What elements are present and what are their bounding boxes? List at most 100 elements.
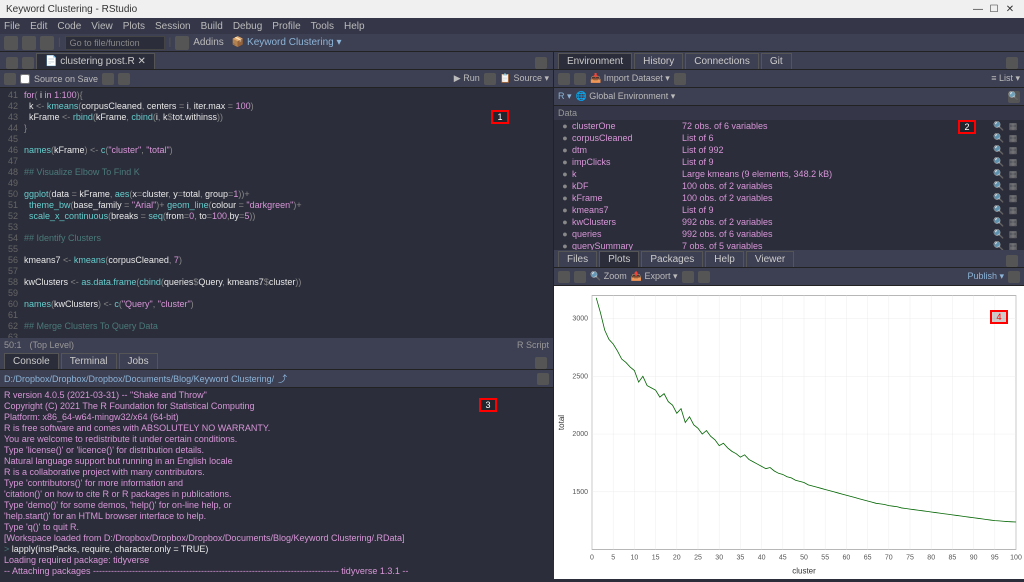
svg-text:50: 50 (800, 555, 808, 562)
svg-text:65: 65 (864, 555, 872, 562)
annotation-4: 4 (990, 310, 1008, 324)
history-tab[interactable]: History (634, 53, 683, 69)
export-menu[interactable]: 📤 Export ▾ (631, 271, 678, 282)
maximize-icon[interactable]: ☐ (986, 4, 1002, 15)
svg-text:cluster: cluster (792, 567, 816, 576)
annotation-1: 1 (491, 110, 509, 124)
svg-text:35: 35 (737, 555, 745, 562)
svg-text:75: 75 (906, 555, 914, 562)
packages-tab[interactable]: Packages (641, 251, 703, 267)
menu-profile[interactable]: Profile (272, 21, 300, 32)
code-editor[interactable]: 1 41for( i in 1:100){42 k <- kmeans(corp… (0, 88, 553, 338)
save-file-icon[interactable] (4, 73, 16, 85)
save-workspace-icon[interactable] (574, 73, 586, 85)
svg-text:2000: 2000 (572, 431, 588, 438)
jobs-tab[interactable]: Jobs (119, 353, 158, 369)
console-tabstrip: Console Terminal Jobs (0, 352, 553, 370)
tools-icon[interactable] (118, 73, 130, 85)
svg-text:0: 0 (590, 555, 594, 562)
prev-plot-icon[interactable] (558, 271, 570, 283)
load-workspace-icon[interactable] (558, 73, 570, 85)
viewer-tab[interactable]: Viewer (746, 251, 794, 267)
menu-debug[interactable]: Debug (233, 21, 262, 32)
menu-session[interactable]: Session (155, 21, 191, 32)
env-scope[interactable]: 🌐 Global Environment ▾ (576, 91, 676, 102)
env-toolbar: 📥 Import Dataset ▾ ≡ List ▾ (554, 70, 1024, 88)
editor-tab[interactable]: 📄 clustering post.R ✕ (36, 53, 155, 69)
svg-text:90: 90 (970, 555, 978, 562)
forward-icon[interactable] (22, 57, 34, 69)
zoom-button[interactable]: 🔍 Zoom (590, 271, 627, 282)
svg-text:10: 10 (631, 555, 639, 562)
menu-plots[interactable]: Plots (123, 21, 145, 32)
run-button[interactable]: ▶ Run (454, 73, 480, 84)
menu-help[interactable]: Help (344, 21, 365, 32)
editor-toolbar: Source on Save ▶ Run 📋 Source ▾ (0, 70, 553, 88)
svg-text:20: 20 (673, 555, 681, 562)
goto-input[interactable]: Go to file/function (65, 36, 165, 50)
plots-tab[interactable]: Plots (599, 251, 639, 267)
files-tab[interactable]: Files (558, 251, 597, 267)
connections-tab[interactable]: Connections (685, 53, 759, 69)
save-icon[interactable] (40, 36, 54, 50)
grid-icon[interactable] (175, 36, 189, 50)
help-tab[interactable]: Help (705, 251, 744, 267)
new-file-icon[interactable] (4, 36, 18, 50)
svg-text:15: 15 (652, 555, 660, 562)
source-on-save-checkbox[interactable] (20, 74, 30, 84)
svg-text:3000: 3000 (572, 316, 588, 323)
terminal-tab[interactable]: Terminal (61, 353, 117, 369)
menu-view[interactable]: View (91, 21, 113, 32)
menu-build[interactable]: Build (201, 21, 223, 32)
console-path-bar: D:/Dropbox/Dropbox/Dropbox/Documents/Blo… (0, 370, 553, 388)
menu-tools[interactable]: Tools (311, 21, 334, 32)
git-tab[interactable]: Git (761, 53, 792, 69)
environment-tab[interactable]: Environment (558, 53, 632, 69)
clear-env-icon[interactable] (674, 73, 686, 85)
svg-text:40: 40 (758, 555, 766, 562)
open-file-icon[interactable] (22, 36, 36, 50)
clear-plots-icon[interactable] (698, 271, 710, 283)
refresh-icon[interactable] (1008, 271, 1020, 283)
annotation-3: 3 (479, 398, 497, 412)
publish-button[interactable]: Publish ▾ (967, 271, 1004, 282)
console-path[interactable]: D:/Dropbox/Dropbox/Dropbox/Documents/Blo… (4, 374, 274, 384)
main-toolbar: | Go to file/function | Addins 📦 Keyword… (0, 34, 1024, 52)
source-button[interactable]: 📋 Source ▾ (500, 73, 549, 84)
search-icon[interactable]: 🔍 (1008, 91, 1020, 103)
import-dataset-menu[interactable]: 📥 Import Dataset ▾ (590, 73, 670, 84)
console-output[interactable]: 3 R version 4.0.5 (2021-03-31) -- "Shake… (0, 388, 553, 579)
editor-statusbar: 50:1 (Top Level) R Script (0, 338, 553, 352)
annotation-2: 2 (958, 120, 976, 134)
find-icon[interactable] (102, 73, 114, 85)
menu-file[interactable]: File (4, 21, 20, 32)
remove-plot-icon[interactable] (682, 271, 694, 283)
environment-table[interactable]: 2 Data●clusterOne72 obs. of 6 variables🔍… (554, 106, 1024, 250)
menu-code[interactable]: Code (57, 21, 81, 32)
list-view-menu[interactable]: ≡ List ▾ (991, 73, 1020, 84)
language-label[interactable]: R Script (517, 340, 549, 350)
cursor-position: 50:1 (4, 340, 22, 350)
svg-text:5: 5 (611, 555, 615, 562)
plots-tabstrip: Files Plots Packages Help Viewer (554, 250, 1024, 268)
plots-toolbar: 🔍 Zoom 📤 Export ▾ Publish ▾ (554, 268, 1024, 286)
project-menu[interactable]: 📦 Keyword Clustering ▾ (232, 37, 342, 48)
close-icon[interactable]: ✕ (1002, 4, 1018, 15)
rerun-icon[interactable] (484, 73, 496, 85)
menu-edit[interactable]: Edit (30, 21, 47, 32)
window-titlebar: Keyword Clustering - RStudio — ☐ ✕ (0, 0, 1024, 18)
menubar: File Edit Code View Plots Session Build Debug Pr… (0, 18, 1024, 34)
pane-options-icon[interactable] (1006, 57, 1018, 69)
addins-menu[interactable]: Addins (193, 37, 224, 48)
next-plot-icon[interactable] (574, 271, 586, 283)
plot-area: 0510152025303540455055606570758085909510… (554, 286, 1024, 579)
scope-label[interactable]: (Top Level) (30, 340, 75, 350)
minimize-icon[interactable]: — (970, 4, 986, 15)
back-icon[interactable] (6, 57, 18, 69)
pane-options-icon[interactable] (535, 57, 547, 69)
pane-options-icon[interactable] (535, 357, 547, 369)
pane-options-icon[interactable] (1006, 255, 1018, 267)
clear-console-icon[interactable] (537, 373, 549, 385)
svg-text:25: 25 (694, 555, 702, 562)
console-tab[interactable]: Console (4, 353, 59, 369)
